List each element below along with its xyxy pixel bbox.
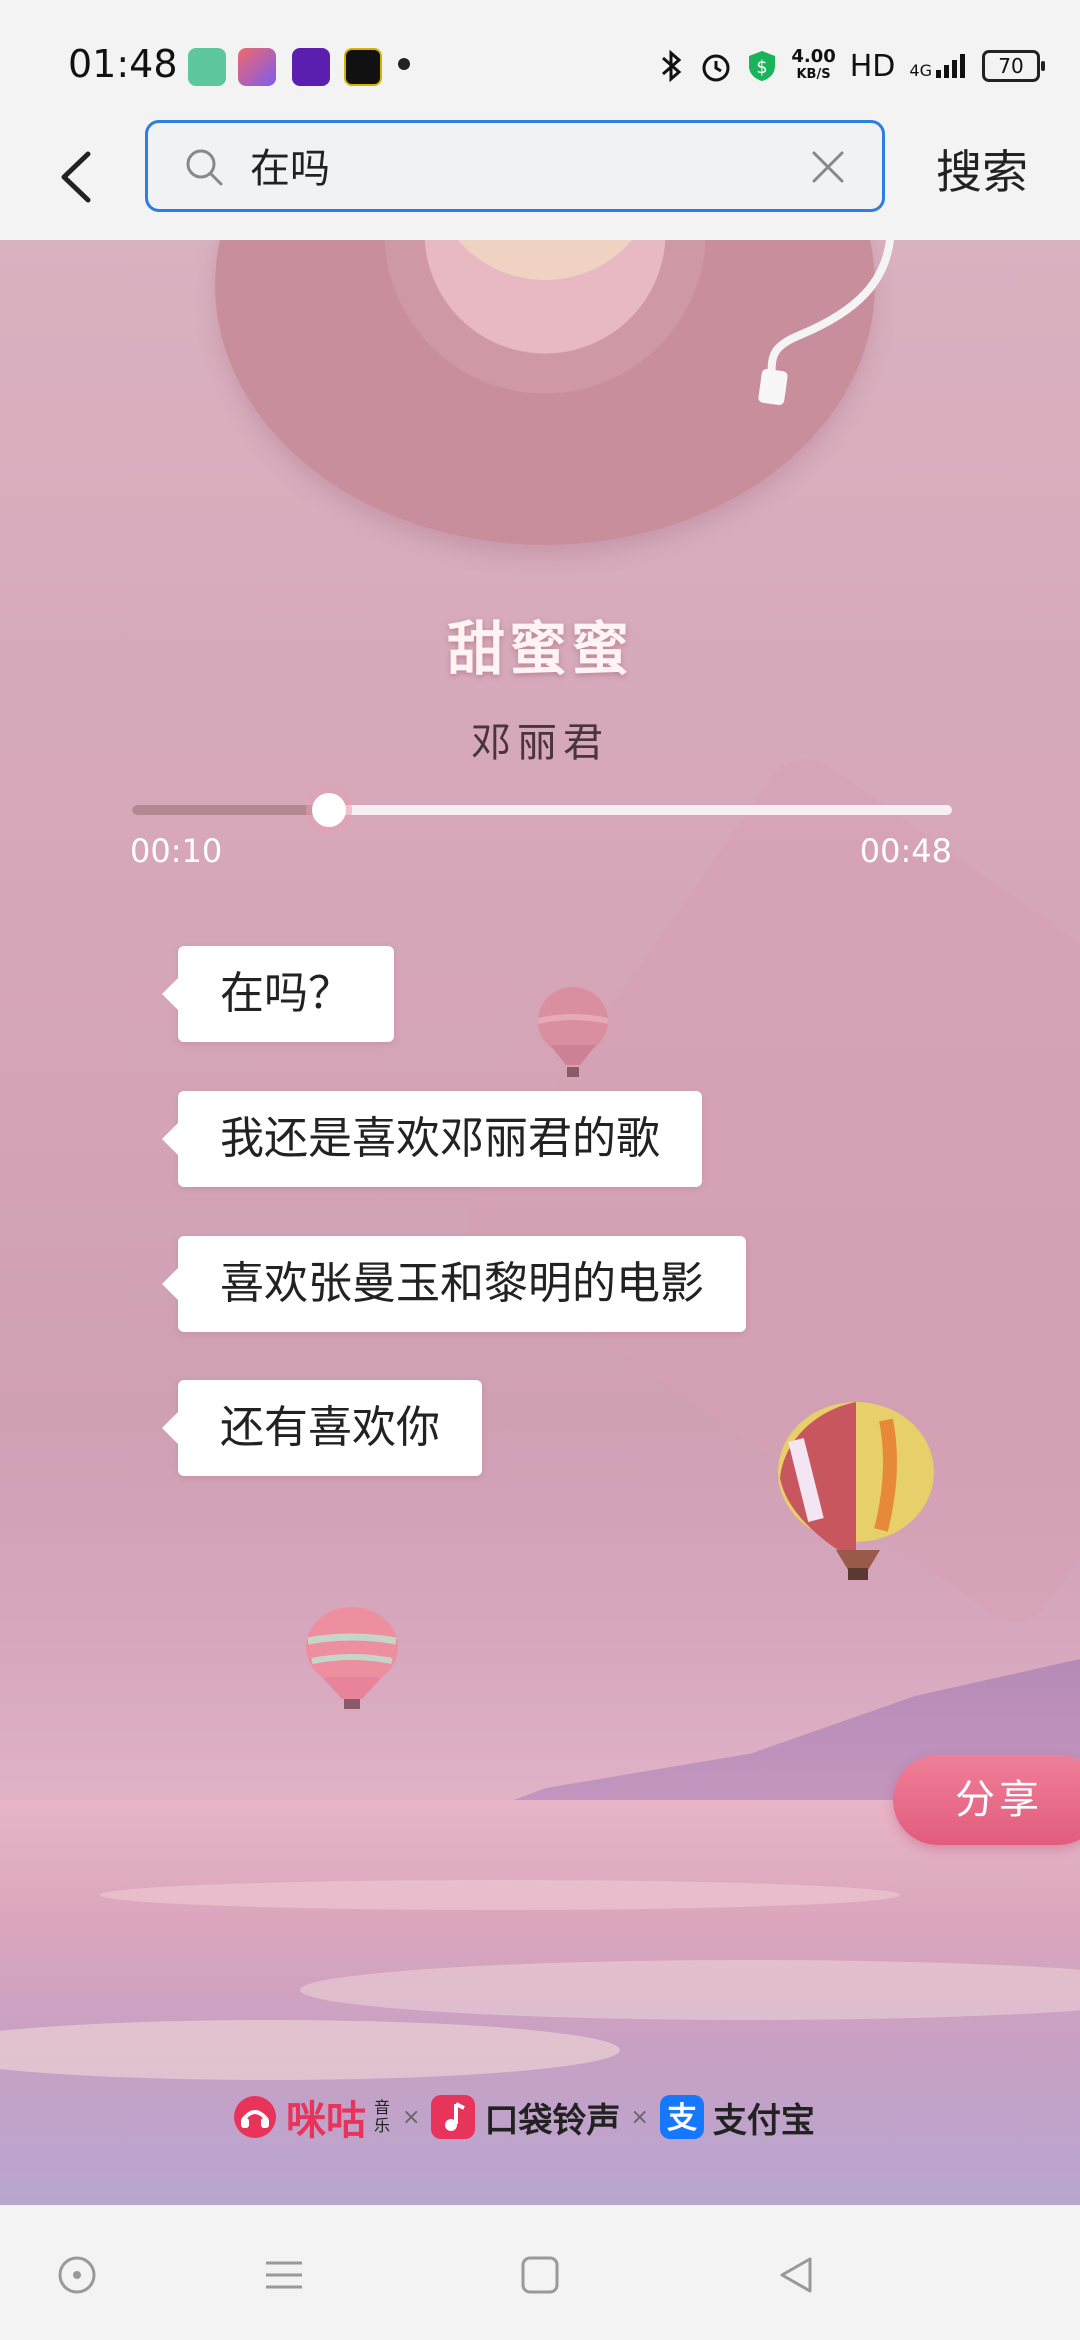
current-time: 00:10 [130, 832, 223, 870]
alipay-logo-icon: 支 [659, 2095, 704, 2139]
migu-logo-icon [234, 2096, 276, 2138]
back-icon[interactable] [774, 2253, 818, 2297]
wave [100, 1880, 900, 1910]
message-bubble: 我还是喜欢邓丽君的歌 [162, 1091, 702, 1187]
hot-air-balloon-icon [306, 1607, 398, 1709]
partner-logos: 咪咕 音乐 × 口袋铃声 × 支 支付宝 [232, 2088, 815, 2146]
migu-brand: 咪咕 [286, 2098, 366, 2144]
notification-app-icon [292, 48, 330, 86]
network-speed: 4.00 KB/S [791, 46, 836, 83]
progress-fill [132, 805, 329, 815]
svg-text:支: 支 [667, 2101, 697, 2136]
bluetooth-icon [662, 49, 682, 83]
notification-app-icon [238, 48, 276, 86]
search-header: 搜索 [0, 120, 1080, 240]
search-button[interactable]: 搜索 [936, 136, 1028, 202]
music-note-logo-icon [431, 2095, 476, 2139]
hot-air-balloon-icon [537, 987, 609, 1077]
progress-slider[interactable] [132, 793, 952, 827]
notification-app-icon [188, 48, 226, 86]
search-box[interactable] [145, 120, 885, 212]
artist-name: 邓丽君 [471, 720, 609, 766]
status-bar: 01:48 $ 4.00 KB/S HD 4G 70 [0, 0, 1080, 120]
progress-thumb[interactable] [311, 793, 346, 827]
migu-suffix: 音乐 [374, 2098, 391, 2135]
signal-4g-icon: 4G [909, 52, 968, 80]
menu-icon[interactable] [262, 2253, 306, 2297]
search-icon [186, 149, 223, 186]
tonearm-icon [758, 240, 894, 405]
total-time: 00:48 [859, 832, 952, 870]
message-bubble: 喜欢张曼玉和黎明的电影 [162, 1236, 746, 1332]
back-arrow-icon[interactable] [50, 142, 110, 212]
brand-separator: × [630, 2104, 649, 2130]
share-button[interactable]: 分享 [893, 1755, 1080, 1845]
svg-text:$: $ [757, 57, 768, 78]
notification-app-icon [344, 48, 382, 86]
more-notifications-dot [398, 58, 410, 70]
battery-icon: 70 [982, 50, 1045, 82]
record-label [430, 240, 660, 280]
alipay-brand: 支付宝 [712, 2100, 815, 2141]
music-card: 甜蜜蜜 邓丽君 00:10 00:48 在吗？ 我还是喜欢邓丽君的歌 喜欢张曼玉… [0, 240, 1080, 2205]
background-mountain [451, 743, 1080, 1637]
hot-air-balloon-icon [778, 1402, 934, 1580]
message-bubble: 还有喜欢你 [162, 1380, 482, 1476]
search-input[interactable] [248, 141, 752, 189]
hd-indicator: HD [849, 48, 896, 84]
system-nav-bar [0, 2205, 1080, 2340]
brand-separator: × [402, 2104, 421, 2130]
system-status-icons: $ 4.00 KB/S HD 4G 70 [659, 44, 1045, 88]
clock: 01:48 [68, 42, 178, 86]
home-icon[interactable] [518, 2253, 562, 2297]
koudai-brand: 口袋铃声 [484, 2100, 621, 2141]
alarm-icon [702, 54, 730, 82]
clear-icon[interactable] [810, 149, 846, 185]
message-bubble: 在吗？ [162, 946, 394, 1042]
song-title: 甜蜜蜜 [446, 615, 633, 683]
shield-icon: $ [749, 51, 776, 81]
assistant-icon[interactable] [55, 2253, 99, 2297]
